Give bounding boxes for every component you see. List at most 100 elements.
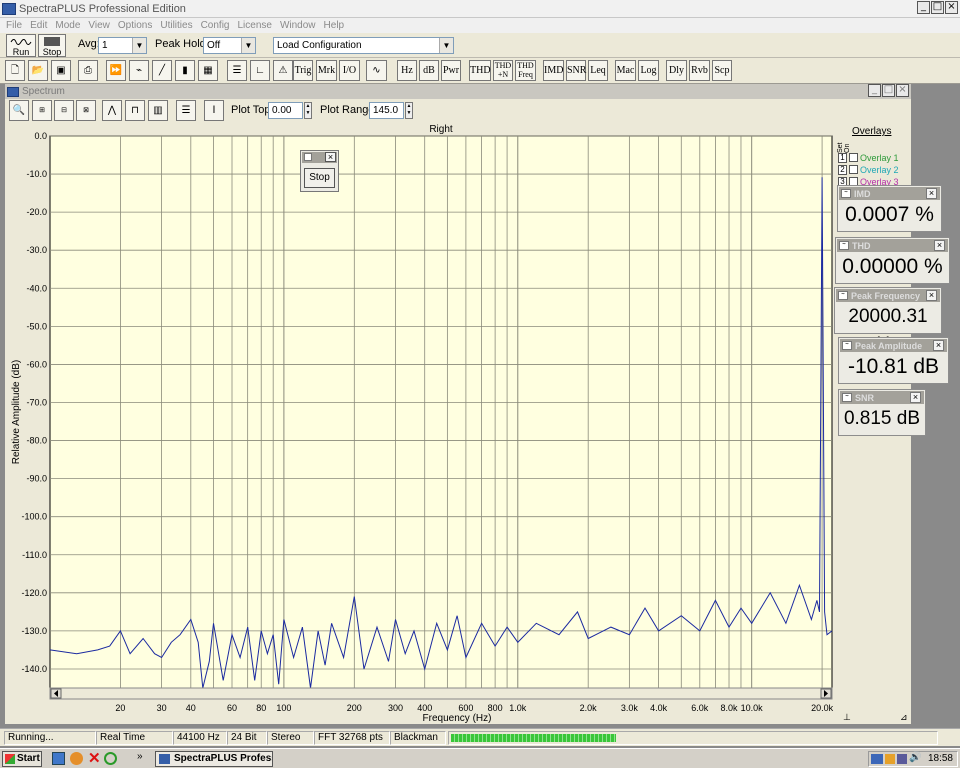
status-progress-fill [451, 734, 616, 742]
status-bar: Running... Real Time 44100 Hz 24 Bit Ste… [0, 728, 960, 746]
spectrum-chart: Right 20 30 40 60 80 100 200 300 400 600 800 1.0k 2.… [11, 124, 908, 724]
x-tick-label: 300 [388, 703, 403, 713]
x-tick-label: 2.0k [580, 703, 598, 713]
thd-meter-title: THD [852, 240, 871, 251]
x-tick-label: 40 [186, 703, 196, 713]
start-button[interactable]: Start [2, 751, 42, 767]
status-fft-size: FFT 32768 pts [314, 731, 390, 745]
x-tick-label: 200 [347, 703, 362, 713]
speaker-icon[interactable]: 🔊 [909, 752, 921, 763]
status-sample-rate: 44100 Hz [173, 731, 227, 745]
taskbar-item-spectraplus[interactable]: SpectraPLUS Professi... [155, 751, 273, 767]
peak-amplitude-title: Peak Amplitude [855, 340, 923, 351]
desktop-icon[interactable] [52, 752, 65, 765]
x-axis-label: Frequency (Hz) [423, 713, 492, 724]
peak-frequency-meter[interactable]: ~Peak Frequency× 20000.31 Hz [834, 287, 942, 355]
y-tick-label: -130.0 [21, 626, 47, 636]
horizontal-scrollbar[interactable] [49, 687, 833, 700]
peak-frequency-title: Peak Frequency [851, 290, 921, 301]
task-label: SpectraPLUS Professi... [174, 753, 272, 764]
x-tick-label: 30 [157, 703, 167, 713]
tray-monitor-icon[interactable] [897, 754, 907, 764]
y-axis-label: Relative Amplitude (dB) [11, 360, 22, 465]
stop-popup-button[interactable]: Stop [304, 168, 335, 188]
x-tick-label: 100 [276, 703, 291, 713]
imd-value: 0.0007 % [845, 203, 934, 226]
peak-amplitude-meter[interactable]: ~ Peak Amplitude × -10.81 dB [838, 337, 949, 384]
x-tick-label: 1.0k [509, 703, 527, 713]
status-bit-depth: 24 Bit [227, 731, 267, 745]
resize-grip-icon[interactable]: ⊥ [843, 712, 851, 722]
y-tick-label: -80.0 [26, 436, 47, 446]
overlay-row-1[interactable]: 1 Overlay 1 [838, 152, 899, 163]
y-tick-label: -30.0 [26, 245, 47, 255]
status-progress [448, 731, 938, 745]
quicklaunch-chevron-icon[interactable]: » [137, 751, 143, 762]
meter-icon: ~ [841, 189, 851, 198]
windows-logo-icon [5, 754, 15, 764]
snr-close-icon[interactable]: × [910, 392, 921, 403]
status-channels: Stereo [267, 731, 314, 745]
y-tick-label: -90.0 [26, 474, 47, 484]
x-tick-label: 6.0k [691, 703, 709, 713]
imd-close-icon[interactable]: × [926, 188, 937, 199]
stop-popup-icon [304, 153, 312, 161]
plot-area[interactable] [49, 135, 833, 689]
meter-icon: ~ [842, 341, 852, 350]
x-tick-label: 600 [458, 703, 473, 713]
y-tick-label: -20.0 [26, 207, 47, 217]
refresh-icon[interactable] [104, 752, 117, 765]
y-tick-label: -10.0 [26, 169, 47, 179]
firefox-icon[interactable] [70, 752, 83, 765]
y-tick-label: -40.0 [26, 283, 47, 293]
x-tick-label: 800 [488, 703, 503, 713]
y-tick-label: -70.0 [26, 397, 47, 407]
x-tick-label: 60 [227, 703, 237, 713]
y-tick-label: 0.0 [34, 131, 47, 141]
thd-meter[interactable]: ~ THD × 0.00000 % [835, 237, 950, 284]
chart-title: Right [429, 124, 453, 135]
overlay-row-2[interactable]: 2 Overlay 2 [838, 164, 899, 175]
x-tick-label: 80 [256, 703, 266, 713]
x-tick-label: 10.0k [741, 703, 764, 713]
snr-value: 0.815 dB [843, 408, 921, 429]
red-x-icon[interactable]: ✕ [88, 749, 101, 767]
stop-popup-title-bar: × [302, 152, 337, 163]
thd-value: 0.00000 % [842, 255, 943, 278]
overlays-title[interactable]: Overlays [852, 125, 891, 137]
status-mode: Real Time [96, 731, 173, 745]
overlay-2-checkbox[interactable] [849, 165, 858, 174]
snr-meter[interactable]: ~ SNR × 0.815 dB [838, 389, 926, 436]
overlay-1-label: Overlay 1 [860, 152, 899, 163]
x-tick-labels: 20 30 40 60 80 100 200 300 400 600 800 1.0k 2.0k 3.0k… [115, 703, 833, 713]
thd-close-icon[interactable]: × [934, 240, 945, 251]
overlay-2-label: Overlay 2 [860, 164, 899, 175]
y-tick-label: -120.0 [21, 588, 47, 598]
snr-meter-title: SNR [855, 392, 875, 403]
x-tick-label: 4.0k [650, 703, 668, 713]
y-tick-label: -100.0 [21, 512, 47, 522]
clock: 18:58 [927, 753, 953, 764]
y-tick-labels: 0.0 -10.0 -20.0 -30.0 -40.0 -50.0 -60.0 -70.0 -8… [21, 131, 47, 674]
meter-icon: ~ [839, 241, 849, 250]
imd-meter[interactable]: ~ IMD × 0.0007 % [837, 185, 942, 232]
overlay-2-set[interactable]: 2 [838, 164, 847, 175]
overlay-1-set[interactable]: 1 [838, 152, 847, 163]
taskbar: Start ✕ » SpectraPLUS Professi... 🔊 18:5… [0, 748, 960, 768]
spectraplus-task-icon [159, 754, 170, 764]
stop-popup-close-icon[interactable]: × [325, 152, 336, 162]
tray-network-icon[interactable] [871, 754, 883, 764]
tray-app-icon[interactable] [885, 754, 895, 764]
corner-grip-icon[interactable]: ⊿ [900, 712, 908, 722]
y-tick-label: -50.0 [26, 321, 47, 331]
x-tick-label: 20.0k [811, 703, 834, 713]
y-tick-label: -60.0 [26, 359, 47, 369]
overlays-header: Set On [837, 142, 851, 153]
overlay-1-checkbox[interactable] [849, 153, 858, 162]
y-tick-label: -140.0 [21, 664, 47, 674]
meter-icon: ~ [838, 291, 848, 300]
stop-popup: × Stop [300, 150, 339, 192]
peak-frequency-close-icon[interactable]: × [926, 290, 937, 301]
x-tick-label: 3.0k [621, 703, 639, 713]
peak-amplitude-close-icon[interactable]: × [933, 340, 944, 351]
